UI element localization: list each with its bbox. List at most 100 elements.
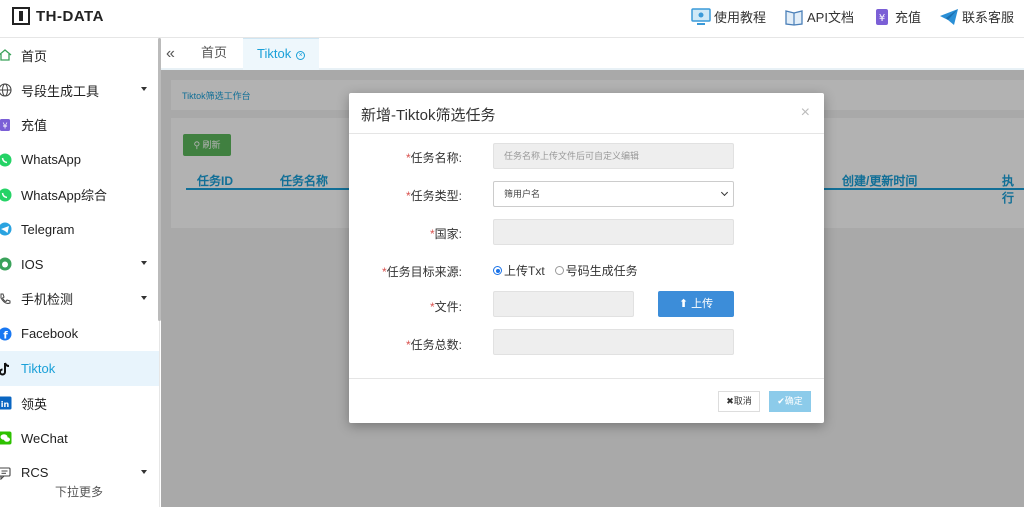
total-input[interactable] (493, 329, 734, 355)
divider (349, 133, 824, 134)
home-icon (0, 49, 12, 62)
sidebar-item-whatsapp-combo[interactable]: WhatsApp综合 (0, 177, 159, 212)
sidebar-item-label: Telegram (21, 221, 75, 237)
yen-icon: ¥ (875, 8, 888, 25)
chevron-down-icon[interactable] (141, 260, 147, 265)
sidebar-item-linkedin[interactable]: in 领英 (0, 386, 159, 421)
paper-plane-icon (939, 8, 958, 25)
api-docs-label: API文档 (807, 10, 854, 25)
country-input[interactable] (493, 219, 734, 245)
task-name-input[interactable]: 任务名称上传文件后可自定义编辑 (493, 143, 734, 169)
svg-text:in: in (1, 400, 10, 409)
tab-bar: « 首页 Tiktok × (161, 38, 1024, 70)
sidebar-item-whatsapp[interactable]: WhatsApp (0, 142, 159, 177)
source-upload-radio[interactable]: 上传Txt (493, 262, 545, 279)
upload-icon: ⬆ (678, 298, 689, 310)
upload-button[interactable]: ⬆ 上传 (658, 291, 734, 317)
sidebar-item-label: WhatsApp (21, 152, 81, 168)
sidebar-item-number-tool[interactable]: 号段生成工具 (0, 73, 159, 108)
close-icon[interactable]: × (296, 51, 306, 60)
collapse-sidebar-icon[interactable]: « (166, 45, 175, 63)
tiktok-icon (0, 362, 10, 376)
file-label: *文件: (429, 300, 462, 314)
chevron-down-icon[interactable] (141, 295, 147, 300)
chevron-down-icon[interactable] (141, 86, 147, 91)
top-bar: TH-DATA 使用教程 API文档 ¥ 充值 联系客服 (0, 0, 1024, 38)
close-icon: ✖ (726, 396, 734, 406)
source-generate-radio[interactable]: 号码生成任务 (554, 262, 638, 279)
book-icon (785, 9, 803, 26)
dialog-title: 新增-Tiktok筛选任务 (361, 107, 496, 124)
file-input[interactable] (493, 291, 634, 317)
globe-icon (0, 83, 12, 97)
sidebar-item-label: 首页 (21, 48, 48, 64)
sidebar-item-label: WeChat (21, 430, 68, 446)
whatsapp-icon (0, 153, 12, 167)
tutorial-label: 使用教程 (713, 10, 766, 25)
phone-icon (0, 293, 11, 304)
sidebar-item-label: Facebook (21, 326, 79, 342)
wechat-icon (0, 431, 12, 445)
radio-icon (554, 266, 564, 275)
task-type-value: 筛用户名 (504, 189, 541, 199)
radio-label: 号码生成任务 (565, 264, 638, 278)
brand[interactable]: TH-DATA (12, 7, 104, 25)
tab-label: 首页 (201, 45, 228, 60)
sidebar-item-label: RCS (21, 465, 49, 481)
sidebar-item-label: Tiktok (21, 361, 56, 377)
sidebar-item-home[interactable]: 首页 (0, 38, 159, 73)
support-link[interactable]: 联系客服 (939, 7, 1014, 26)
sidebar-item-label: 号段生成工具 (21, 83, 100, 99)
telegram-icon (0, 222, 12, 236)
total-label: *任务总数: (405, 338, 462, 352)
sidebar-item-wechat[interactable]: WeChat (0, 421, 159, 456)
source-label: *任务目标来源: (381, 265, 462, 279)
load-more-hint[interactable]: 下拉更多 (0, 483, 158, 500)
linkedin-icon: in (0, 396, 12, 410)
svg-text:¥: ¥ (879, 13, 885, 24)
svg-text:¥: ¥ (2, 121, 7, 130)
sidebar-item-recharge[interactable]: ¥ 充值 (0, 108, 159, 143)
sidebar-item-label: 充值 (21, 118, 48, 134)
chevron-down-icon (720, 188, 729, 197)
whatsapp-icon (0, 188, 12, 202)
new-task-dialog: 新增-Tiktok筛选任务 × *任务名称: 任务名称上传文件后可自定义编辑 *… (349, 93, 824, 423)
confirm-button[interactable]: ✔确定 (769, 391, 811, 412)
sidebar: 首页 号段生成工具 ¥ 充值 WhatsApp WhatsApp综合 Teleg… (0, 38, 160, 507)
chevron-down-icon[interactable] (141, 469, 147, 474)
sidebar-item-facebook[interactable]: f Facebook (0, 316, 159, 351)
tab-tiktok[interactable]: Tiktok × (243, 38, 320, 70)
logo-icon (12, 7, 30, 25)
sidebar-item-telegram[interactable]: Telegram (0, 212, 159, 247)
monitor-icon (691, 7, 711, 25)
sidebar-item-tiktok[interactable]: Tiktok (0, 351, 159, 386)
top-nav: 使用教程 API文档 ¥ 充值 联系客服 (691, 7, 1014, 26)
recharge-link[interactable]: ¥ 充值 (872, 7, 921, 26)
task-name-label: *任务名称: (405, 151, 462, 165)
task-type-select[interactable]: 筛用户名 (493, 181, 734, 207)
facebook-icon: f (0, 327, 12, 341)
sidebar-item-label: 领英 (21, 396, 48, 412)
cancel-button[interactable]: ✖取消 (718, 391, 760, 412)
support-label: 联系客服 (961, 10, 1014, 25)
sidebar-item-phone-check[interactable]: 手机检测 (0, 282, 159, 317)
apple-icon (0, 257, 12, 271)
upload-label: 上传 (691, 298, 714, 310)
confirm-label: 确定 (784, 396, 803, 406)
api-docs-link[interactable]: API文档 (784, 7, 854, 26)
source-radio-group: 上传Txt 号码生成任务 (493, 262, 648, 279)
sidebar-item-label: 手机检测 (21, 292, 74, 308)
radio-checked-icon (493, 266, 502, 275)
sidebar-item-ios[interactable]: IOS (0, 247, 159, 282)
brand-name: TH-DATA (36, 7, 104, 25)
svg-text:f: f (3, 330, 8, 341)
radio-label: 上传Txt (504, 264, 545, 278)
country-label: *国家: (429, 227, 462, 241)
tab-label: Tiktok (257, 46, 292, 61)
recharge-label: 充值 (894, 10, 921, 25)
sidebar-item-label: WhatsApp综合 (21, 188, 107, 204)
close-icon[interactable]: × (801, 104, 810, 122)
tutorial-link[interactable]: 使用教程 (691, 7, 766, 26)
tab-home[interactable]: 首页 (187, 38, 241, 70)
divider (349, 378, 824, 379)
